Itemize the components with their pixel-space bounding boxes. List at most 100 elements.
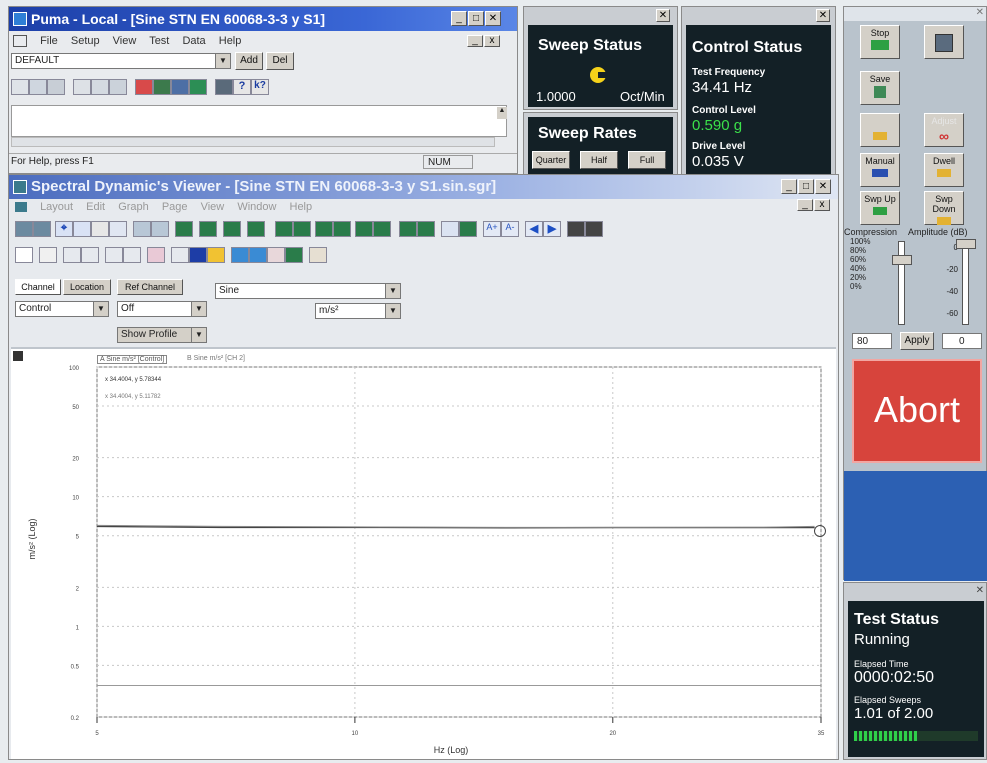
puma-hscrollbar[interactable] [11, 137, 495, 147]
abort-button[interactable]: Abort [852, 359, 982, 463]
viewer-doc-close-button[interactable]: x [814, 199, 830, 211]
maximize-button[interactable]: □ [468, 11, 484, 26]
amplitude-slider-thumb[interactable] [956, 239, 976, 249]
menu-window[interactable]: Window [237, 201, 276, 213]
table-icon[interactable] [189, 79, 207, 95]
apply-button[interactable]: Apply [900, 332, 934, 350]
channel-2-icon[interactable] [199, 221, 217, 237]
channel-12-icon[interactable] [417, 221, 435, 237]
amplitude-slider-track[interactable] [962, 241, 969, 325]
wave-icon[interactable] [267, 247, 285, 263]
print-icon[interactable] [215, 79, 233, 95]
arrow-right-icon[interactable]: ▶ [543, 221, 561, 237]
axis-icon[interactable] [151, 221, 169, 237]
marker-a-icon[interactable] [441, 221, 459, 237]
puma-scroll-up[interactable]: ▲ [497, 107, 507, 119]
pencil-icon[interactable] [147, 247, 165, 263]
page-icon[interactable] [15, 247, 33, 263]
test-status-close-icon[interactable]: ✕ [976, 585, 984, 596]
sweep-down-button[interactable]: Swp Down [924, 191, 964, 225]
control-status-close-button[interactable]: ✕ [816, 9, 830, 22]
spectrum-chart[interactable]: 100 50 20 10 5 2 1 0.5 0.2 5 10 20 35 m/s² (Log) Hz… [11, 349, 836, 759]
viewer-minimize-button[interactable]: _ [781, 179, 797, 194]
channel-1-icon[interactable] [175, 221, 193, 237]
zoom-in-icon[interactable] [73, 221, 91, 237]
dwell-button[interactable]: Dwell [924, 153, 964, 187]
download-icon[interactable] [249, 247, 267, 263]
page-view-icon[interactable] [39, 247, 57, 263]
sweep-up-button[interactable]: Swp Up [860, 191, 900, 225]
doc-minimize-button[interactable]: _ [467, 35, 483, 47]
menu-help-viewer[interactable]: Help [290, 201, 313, 213]
legend-b[interactable]: B Sine m/s² [CH 2] [187, 355, 245, 362]
paste-icon[interactable] [109, 79, 127, 95]
signal-type-select[interactable]: Sine ▼ [215, 283, 401, 299]
compression-value-input[interactable]: 80 [852, 333, 892, 349]
channel-5-icon[interactable] [275, 221, 293, 237]
close-button[interactable]: ✕ [485, 11, 501, 26]
menu-page[interactable]: Page [162, 201, 188, 213]
show-profile-select[interactable]: Show Profile ▼ [117, 327, 207, 343]
channel-7-icon[interactable] [315, 221, 333, 237]
new-icon[interactable] [11, 79, 29, 95]
zoom-box-icon[interactable] [15, 221, 33, 237]
channel-6-icon[interactable] [293, 221, 311, 237]
marker-b-icon[interactable] [459, 221, 477, 237]
unit-select[interactable]: m/s² ▼ [315, 303, 401, 319]
compression-slider-thumb[interactable] [892, 255, 912, 265]
graph-icon[interactable] [135, 79, 153, 95]
channel-3-icon[interactable] [223, 221, 241, 237]
split-h-icon[interactable] [63, 247, 81, 263]
channel-8-icon[interactable] [333, 221, 351, 237]
cascade-icon[interactable] [123, 247, 141, 263]
save-button[interactable]: Save [860, 71, 900, 105]
rotate-icon[interactable] [109, 221, 127, 237]
manual-button[interactable]: Manual [860, 153, 900, 187]
layout-1-icon[interactable] [567, 221, 585, 237]
report-icon[interactable] [171, 79, 189, 95]
menu-help[interactable]: Help [219, 35, 242, 47]
tab-location[interactable]: Location [63, 279, 111, 295]
cursor-marker-icon[interactable] [814, 525, 826, 537]
half-button[interactable]: Half [580, 151, 618, 169]
upload-icon[interactable] [231, 247, 249, 263]
quarter-button[interactable]: Quarter [532, 151, 570, 169]
menu-graph[interactable]: Graph [118, 201, 149, 213]
profile-select[interactable]: DEFAULT ▼ [11, 53, 231, 69]
menu-view-viewer[interactable]: View [201, 201, 225, 213]
menu-test[interactable]: Test [149, 35, 169, 47]
split-v-icon[interactable] [81, 247, 99, 263]
doc-close-button[interactable]: x [484, 35, 500, 47]
crosshair-icon[interactable]: ⌖ [55, 221, 73, 237]
context-help-icon[interactable]: k? [251, 79, 269, 95]
arrow-left-icon[interactable]: ◀ [525, 221, 543, 237]
tab-ref-channel[interactable]: Ref Channel [117, 279, 183, 295]
viewer-maximize-button[interactable]: □ [798, 179, 814, 194]
tab-channel[interactable]: Channel [15, 279, 61, 295]
menu-layout[interactable]: Layout [40, 201, 73, 213]
menu-view[interactable]: View [113, 35, 137, 47]
copy-icon[interactable] [91, 79, 109, 95]
channel-4-icon[interactable] [247, 221, 265, 237]
cut-icon[interactable] [73, 79, 91, 95]
channel-select[interactable]: Control ▼ [15, 301, 109, 317]
grid-icon[interactable] [133, 221, 151, 237]
monitor-icon[interactable] [153, 79, 171, 95]
layout-2-icon[interactable] [585, 221, 603, 237]
viewer-close-button[interactable]: ✕ [815, 179, 831, 194]
export-icon[interactable] [309, 247, 327, 263]
compression-slider-track[interactable] [898, 241, 905, 325]
menu-edit[interactable]: Edit [86, 201, 105, 213]
full-button[interactable]: Full [628, 151, 666, 169]
color-yellow-icon[interactable] [207, 247, 225, 263]
table-view-icon[interactable] [171, 247, 189, 263]
amplitude-value-input[interactable]: 0 [942, 333, 982, 349]
menu-setup[interactable]: Setup [71, 35, 100, 47]
ref-channel-select[interactable]: Off ▼ [117, 301, 207, 317]
control-panel-close-icon[interactable]: ✕ [976, 7, 984, 18]
pan-icon[interactable] [91, 221, 109, 237]
zoom-fit-icon[interactable] [33, 221, 51, 237]
sweep-status-close-button[interactable]: ✕ [656, 9, 670, 22]
monitor-view-icon[interactable] [285, 247, 303, 263]
channel-9-icon[interactable] [355, 221, 373, 237]
